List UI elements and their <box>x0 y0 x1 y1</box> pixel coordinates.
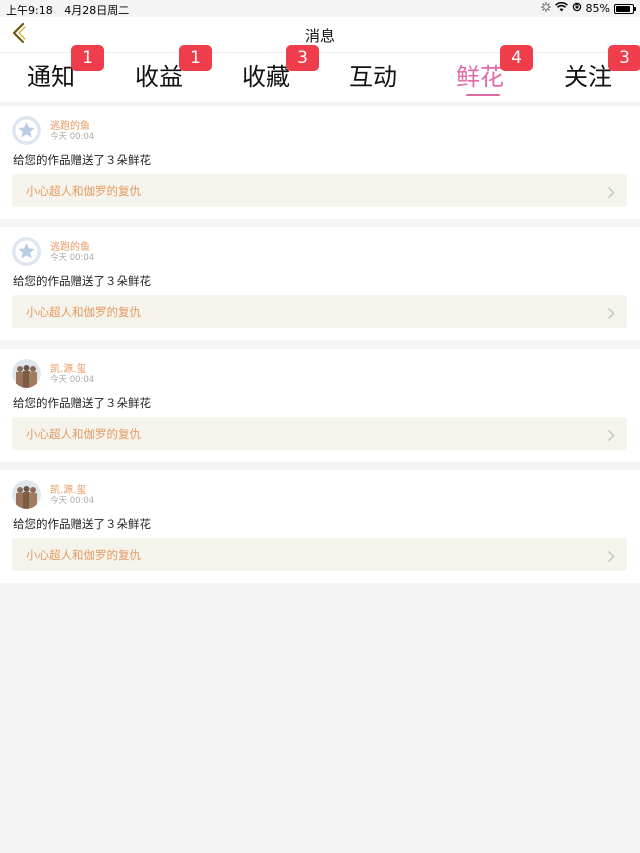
work-title: 小心超人和伽罗的复仇 <box>26 184 141 198</box>
tab-earnings[interactable]: 收益 1 <box>114 45 212 103</box>
flower-message-item: 凯.源.玺 今天 00:04 给您的作品赠送了３朵鲜花 小心超人和伽罗的复仇 <box>0 470 640 583</box>
status-date: 4月28日周二 <box>64 4 130 17</box>
avatar[interactable] <box>12 237 41 266</box>
tab-notifications[interactable]: 通知 1 <box>6 45 104 103</box>
work-title: 小心超人和伽罗的复仇 <box>26 427 141 441</box>
page-title: 消息 <box>304 27 335 45</box>
loading-icon <box>540 2 551 15</box>
tab-flowers[interactable]: 鲜花 4 <box>435 45 533 103</box>
avatar[interactable] <box>12 480 41 509</box>
wifi-icon <box>554 2 568 15</box>
message-text: 给您的作品赠送了３朵鲜花 <box>13 517 151 531</box>
active-tab-indicator <box>466 94 500 96</box>
orientation-lock-icon <box>572 2 582 15</box>
default-star-avatar-icon <box>12 116 41 145</box>
tab-badge: 1 <box>179 45 212 71</box>
work-title: 小心超人和伽罗的复仇 <box>26 305 141 319</box>
flower-message-item: 逃跑的鱼 今天 00:04 给您的作品赠送了３朵鲜花 小心超人和伽罗的复仇 <box>0 106 640 219</box>
tab-badge: 3 <box>608 45 640 71</box>
message-time: 今天 00:04 <box>50 375 95 385</box>
message-text: 给您的作品赠送了３朵鲜花 <box>13 153 151 167</box>
message-text: 给您的作品赠送了３朵鲜花 <box>13 274 151 288</box>
tab-favorites[interactable]: 收藏 3 <box>221 45 319 103</box>
chevron-right-icon <box>607 184 615 203</box>
battery-icon <box>614 3 636 14</box>
tab-badge: 3 <box>286 45 319 71</box>
message-time: 今天 00:04 <box>50 253 95 263</box>
tab-interactions[interactable]: 互动 <box>328 53 418 103</box>
photo-avatar-icon <box>12 359 41 388</box>
work-title: 小心超人和伽罗的复仇 <box>26 548 141 562</box>
default-star-avatar-icon <box>12 237 41 266</box>
tab-following[interactable]: 关注 3 <box>543 45 640 103</box>
photo-avatar-icon <box>12 480 41 509</box>
work-link[interactable]: 小心超人和伽罗的复仇 <box>12 417 627 450</box>
chevron-right-icon <box>607 427 615 446</box>
message-time: 今天 00:04 <box>50 132 95 142</box>
tab-badge: 4 <box>500 45 533 71</box>
message-text: 给您的作品赠送了３朵鲜花 <box>13 396 151 410</box>
work-link[interactable]: 小心超人和伽罗的复仇 <box>12 295 627 328</box>
work-link[interactable]: 小心超人和伽罗的复仇 <box>12 174 627 207</box>
status-time: 上午9:18 <box>6 4 53 17</box>
battery-percent: 85% <box>585 2 610 15</box>
tab-bar: 通知 1 收益 1 收藏 3 互动 鲜花 4 关注 3 <box>0 45 640 103</box>
status-indicators: 85% <box>540 2 636 15</box>
message-time: 今天 00:04 <box>50 496 95 506</box>
chevron-right-icon <box>607 305 615 324</box>
chevron-right-icon <box>607 548 615 567</box>
status-bar: 上午9:18 4月28日周二 85% <box>0 0 640 17</box>
avatar[interactable] <box>12 116 41 145</box>
avatar[interactable] <box>12 359 41 388</box>
tab-badge: 1 <box>71 45 104 71</box>
flower-message-item: 凯.源.玺 今天 00:04 给您的作品赠送了３朵鲜花 小心超人和伽罗的复仇 <box>0 349 640 462</box>
flower-message-item: 逃跑的鱼 今天 00:04 给您的作品赠送了３朵鲜花 小心超人和伽罗的复仇 <box>0 227 640 340</box>
tab-label: 互动 <box>349 63 397 91</box>
status-time-date: 上午9:18 4月28日周二 <box>6 2 129 18</box>
work-link[interactable]: 小心超人和伽罗的复仇 <box>12 538 627 571</box>
